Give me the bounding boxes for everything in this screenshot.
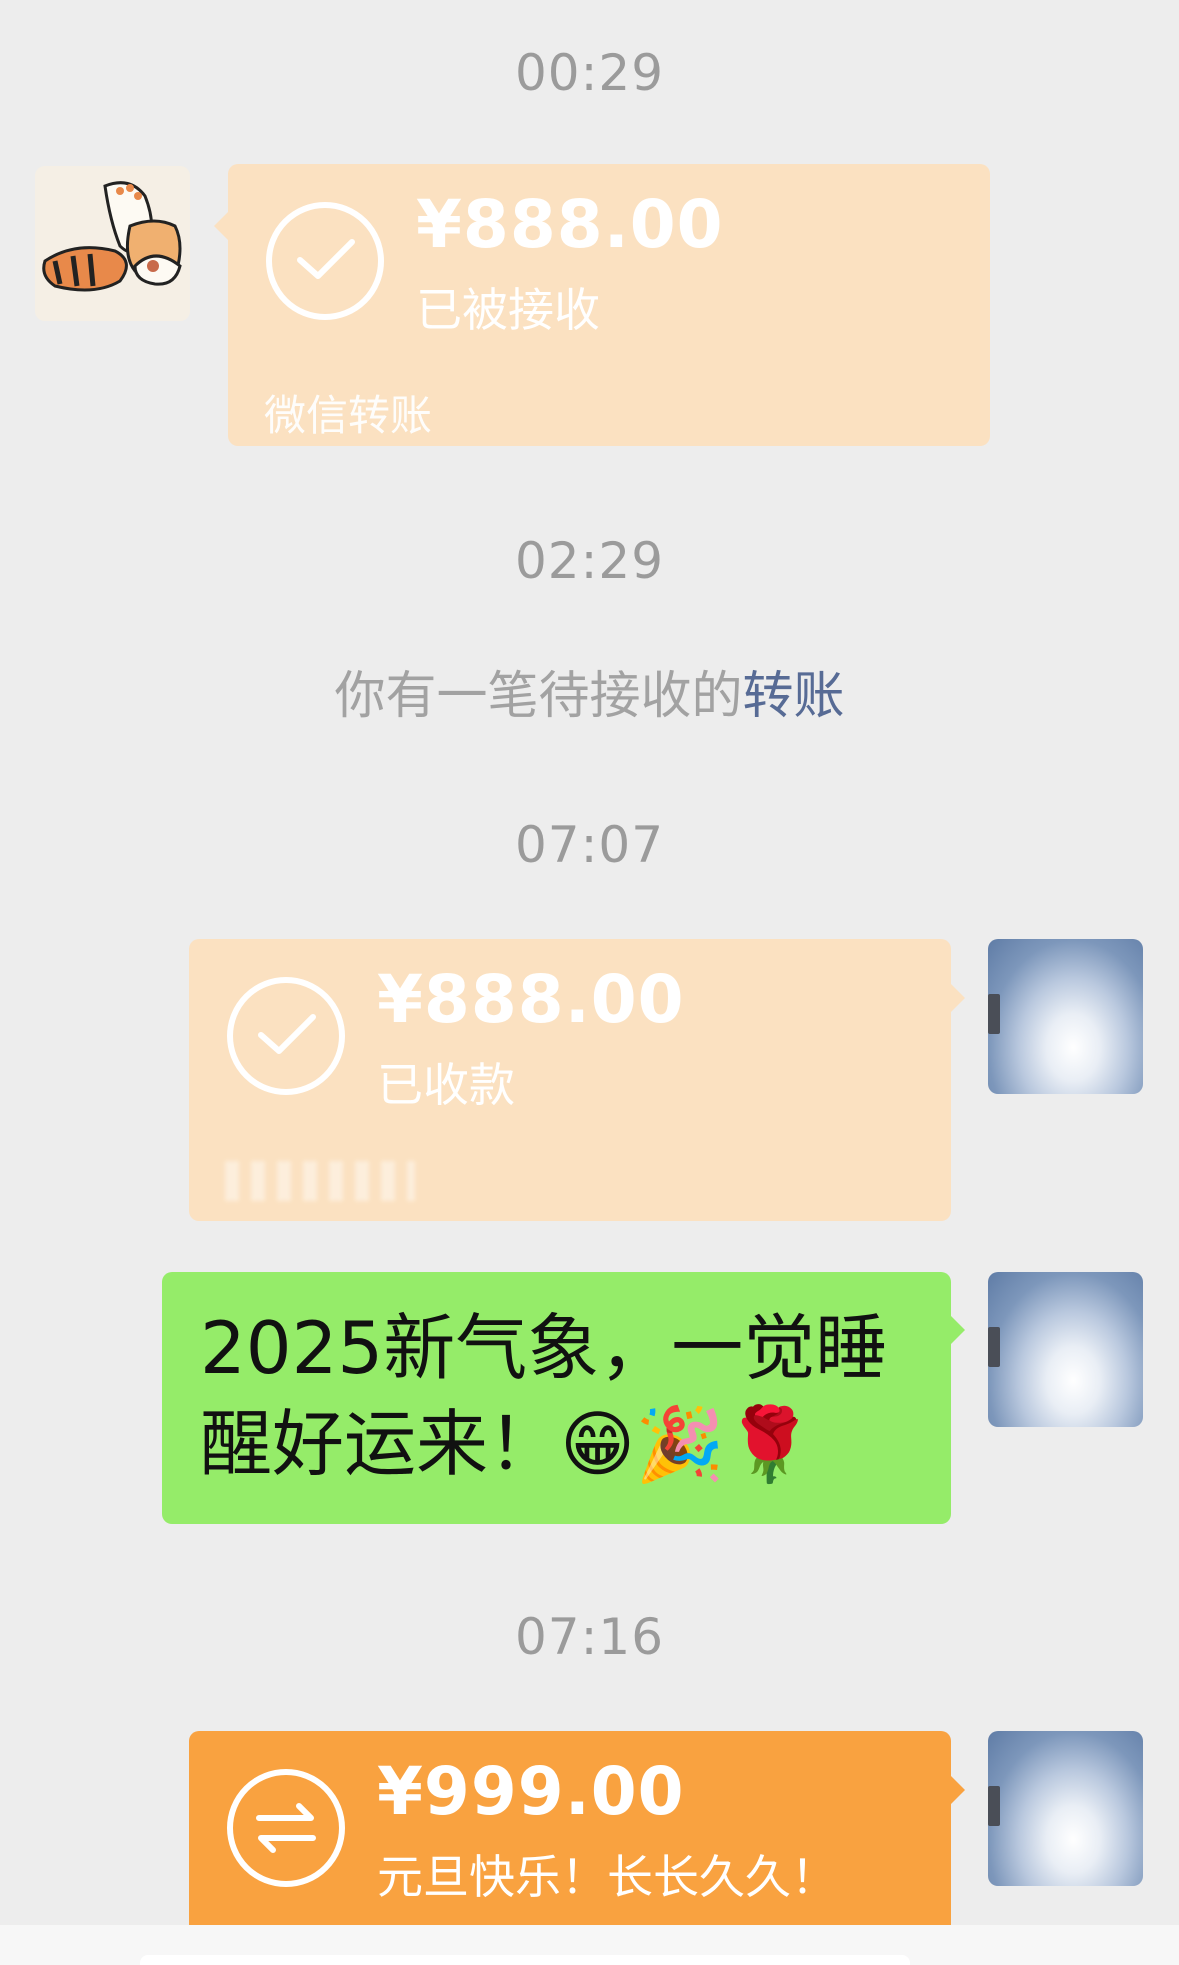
system-notice: 你有一笔待接收的转账 — [0, 654, 1179, 728]
system-notice-text: 你有一笔待接收的 — [334, 667, 743, 726]
timestamp: 02:29 — [514, 532, 665, 590]
message-line-2: 醒好运来！😁🎉🌹 — [200, 1402, 815, 1486]
transfer-card-collected[interactable]: ¥888.00 已收款 — [189, 939, 951, 1221]
transfer-note: 元旦快乐！长长久久！ — [377, 1850, 837, 1904]
message-input[interactable] — [140, 1955, 910, 1965]
cat-paw-illustration — [35, 166, 190, 321]
timestamp: 00:29 — [514, 44, 665, 102]
transfer-arrows-icon — [227, 1769, 345, 1887]
timestamp: 07:16 — [514, 1608, 665, 1666]
transfer-link[interactable]: 转账 — [743, 667, 845, 726]
message-line-1: 2025新气象，一觉睡 — [200, 1306, 888, 1390]
text-message-bubble[interactable]: 2025新气象，一觉睡 醒好运来！😁🎉🌹 — [162, 1272, 951, 1524]
blurred-footer — [225, 1161, 415, 1201]
my-avatar[interactable] — [988, 1731, 1143, 1886]
transfer-amount: ¥888.00 — [377, 961, 685, 1038]
my-avatar[interactable] — [988, 1272, 1143, 1427]
check-circle-icon — [227, 977, 345, 1095]
contact-avatar[interactable] — [35, 166, 190, 321]
transfer-amount: ¥999.00 — [377, 1753, 685, 1830]
transfer-footer-label: 微信转账 — [264, 391, 433, 440]
check-circle-icon — [266, 202, 384, 320]
timestamp: 07:07 — [514, 816, 665, 874]
transfer-status: 已收款 — [377, 1058, 515, 1112]
transfer-amount: ¥888.00 — [416, 186, 724, 263]
chat-view: 00:29 ¥888.00 已被接收 微信转账 02:29 你有一笔待接收的转账… — [0, 0, 1179, 1965]
transfer-card-received[interactable]: ¥888.00 已被接收 微信转账 — [228, 164, 990, 446]
my-avatar[interactable] — [988, 939, 1143, 1094]
transfer-status: 已被接收 — [416, 283, 600, 337]
